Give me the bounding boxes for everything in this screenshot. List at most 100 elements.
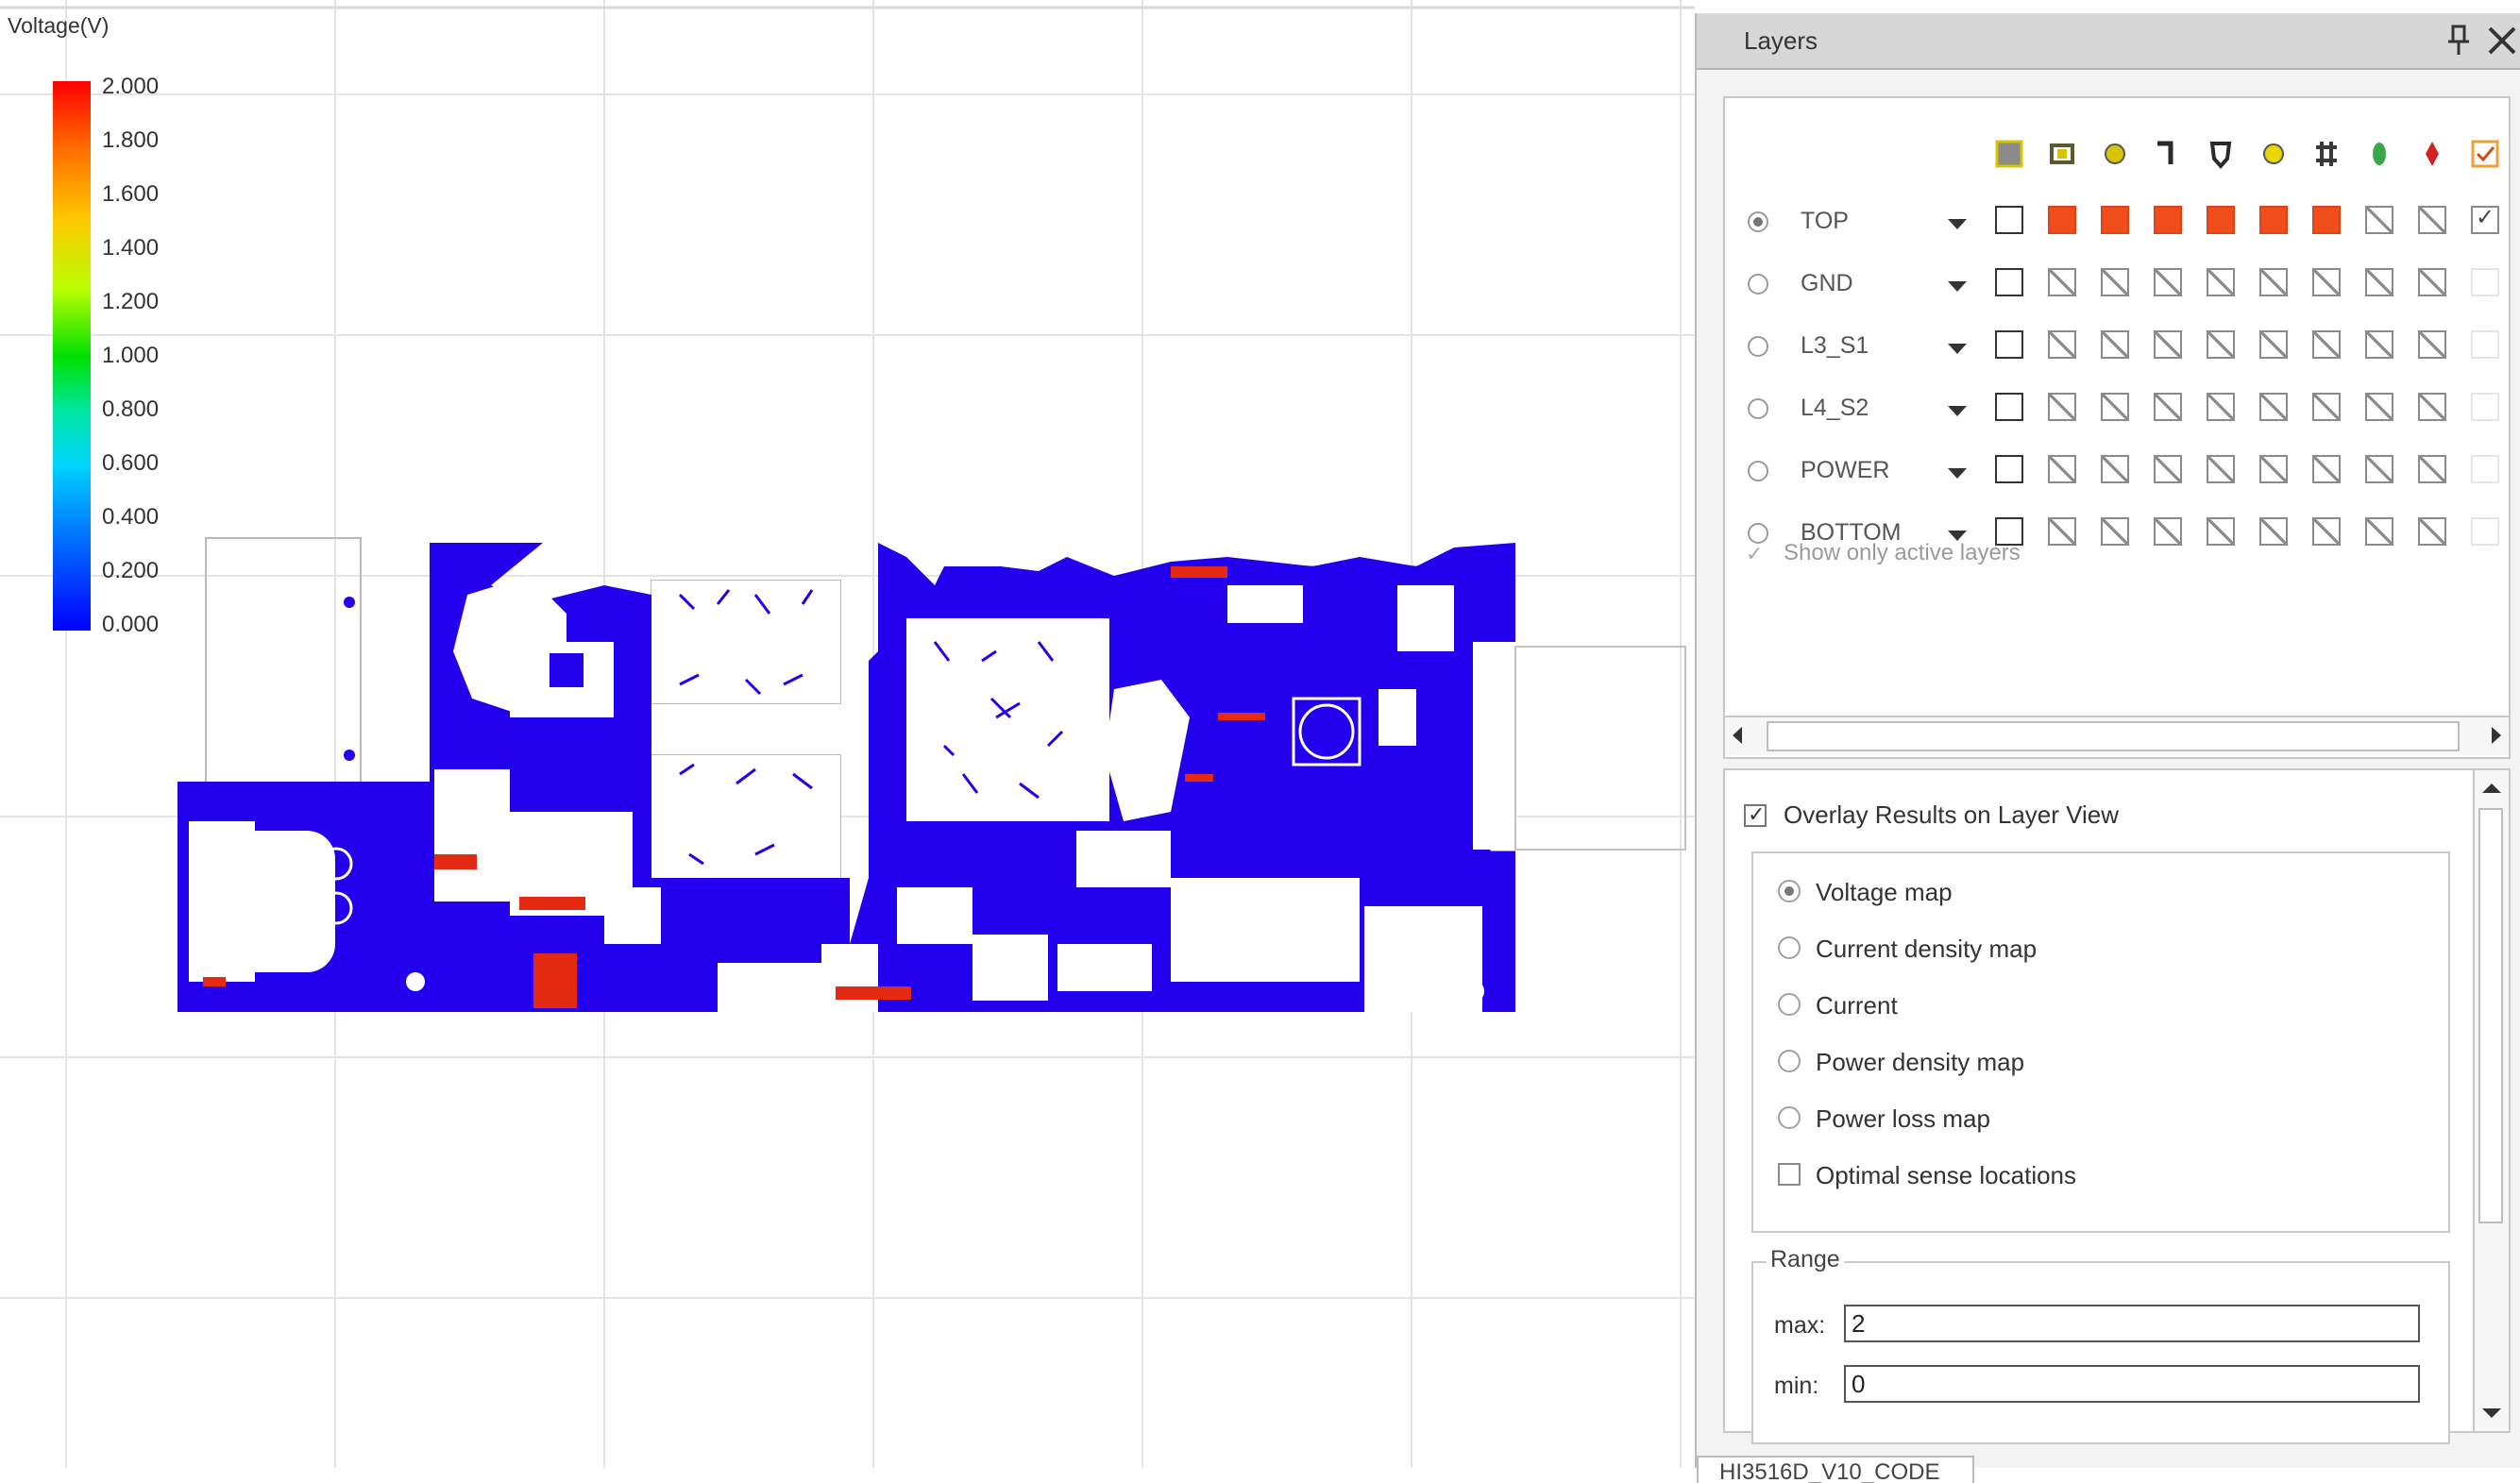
layer-visibility-cell[interactable] <box>2418 206 2446 234</box>
horizontal-scrollbar[interactable] <box>1725 716 2509 755</box>
layer-visibility-cell[interactable] <box>2365 393 2393 421</box>
capacitor-icon[interactable] <box>2363 138 2395 170</box>
layer-visibility-cell[interactable] <box>2259 455 2288 483</box>
pad-icon[interactable] <box>2046 138 2078 170</box>
layer-visibility-cell[interactable] <box>2154 455 2182 483</box>
layer-visibility-cell[interactable] <box>2365 330 2393 359</box>
layer-visibility-cell[interactable] <box>2365 268 2393 296</box>
layer-visibility-cell[interactable] <box>2048 330 2076 359</box>
check-column-icon[interactable] <box>2469 138 2501 170</box>
layer-row-power[interactable]: POWER <box>1725 447 2509 500</box>
trace-icon[interactable] <box>2152 138 2184 170</box>
chevron-down-icon[interactable] <box>1948 406 1967 416</box>
layer-visibility-cell[interactable] <box>2418 330 2446 359</box>
layer-visibility-cell[interactable] <box>1995 206 2023 234</box>
layer-visibility-cell[interactable] <box>2365 517 2393 546</box>
layer-visibility-cell[interactable] <box>2101 517 2129 546</box>
design-tab[interactable]: HI3516D_V10_CODE <box>1697 1456 1974 1483</box>
layer-visibility-cell[interactable] <box>2154 268 2182 296</box>
scroll-down-icon[interactable] <box>2482 1408 2501 1418</box>
layer-visibility-cell[interactable] <box>2471 393 2499 421</box>
scroll-right-icon[interactable] <box>2492 727 2501 744</box>
layer-visibility-cell[interactable] <box>2418 455 2446 483</box>
layer-visibility-cell[interactable] <box>2418 268 2446 296</box>
layer-visibility-cell[interactable] <box>2154 206 2182 234</box>
layer-row-top[interactable]: TOP <box>1725 198 2509 251</box>
layer-visibility-cell[interactable] <box>2365 206 2393 234</box>
layer-select-radio[interactable] <box>1748 523 1768 544</box>
layer-visibility-cell[interactable] <box>2207 517 2235 546</box>
option-radio[interactable] <box>1778 936 1801 959</box>
min-input[interactable]: 0 <box>1844 1365 2420 1403</box>
close-icon[interactable] <box>2484 23 2520 59</box>
chevron-down-icon[interactable] <box>1948 219 1967 229</box>
layer-visibility-cell[interactable] <box>2259 330 2288 359</box>
layer-visibility-cell[interactable] <box>2471 204 2499 234</box>
layer-visibility-cell[interactable] <box>2154 517 2182 546</box>
layer-visibility-cell[interactable] <box>2101 455 2129 483</box>
layer-visibility-cell[interactable] <box>2471 330 2499 359</box>
layer-visibility-cell[interactable] <box>2154 393 2182 421</box>
layer-visibility-cell[interactable] <box>2471 455 2499 483</box>
layer-visibility-cell[interactable] <box>2207 206 2235 234</box>
vertical-scroll-thumb[interactable] <box>2478 808 2503 1223</box>
vertical-scrollbar[interactable] <box>2473 770 2509 1431</box>
layer-visibility-cell[interactable] <box>2048 268 2076 296</box>
layer-row-gnd[interactable]: GND <box>1725 261 2509 313</box>
overlay-results-checkbox[interactable] <box>1744 802 1767 827</box>
shape-icon[interactable] <box>2205 138 2237 170</box>
layer-visibility-cell[interactable] <box>2259 268 2288 296</box>
layer-visibility-cell[interactable] <box>2312 268 2341 296</box>
layer-visibility-cell[interactable] <box>2259 393 2288 421</box>
layer-visibility-cell[interactable] <box>2207 268 2235 296</box>
layer-visibility-cell[interactable] <box>2259 206 2288 234</box>
plane-icon[interactable] <box>1993 138 2025 170</box>
layer-visibility-cell[interactable] <box>2207 393 2235 421</box>
max-input[interactable]: 2 <box>1844 1305 2420 1342</box>
layer-select-radio[interactable] <box>1748 211 1768 232</box>
drill-icon[interactable] <box>2258 138 2290 170</box>
layer-visibility-cell[interactable] <box>2312 455 2341 483</box>
layer-visibility-cell[interactable] <box>2101 330 2129 359</box>
scroll-up-icon[interactable] <box>2482 784 2501 793</box>
layer-visibility-cell[interactable] <box>2471 268 2499 296</box>
layer-visibility-cell[interactable] <box>2154 330 2182 359</box>
net-icon[interactable] <box>2416 138 2448 170</box>
layer-visibility-cell[interactable] <box>2207 455 2235 483</box>
layer-visibility-cell[interactable] <box>2259 517 2288 546</box>
layer-visibility-cell[interactable] <box>2048 206 2076 234</box>
chevron-down-icon[interactable] <box>1948 468 1967 479</box>
chevron-down-icon[interactable] <box>1948 281 1967 292</box>
option-radio[interactable] <box>1778 1050 1801 1072</box>
show-active-checkbox[interactable]: ✓ <box>1746 542 1763 566</box>
option-checkbox[interactable] <box>1778 1163 1801 1186</box>
layer-select-radio[interactable] <box>1748 461 1768 481</box>
layer-row-l4_s2[interactable]: L4_S2 <box>1725 385 2509 438</box>
layer-visibility-cell[interactable] <box>2365 455 2393 483</box>
component-icon[interactable] <box>2310 138 2342 170</box>
layer-visibility-cell[interactable] <box>2101 268 2129 296</box>
layer-visibility-cell[interactable] <box>1995 330 2023 359</box>
layer-select-radio[interactable] <box>1748 336 1768 357</box>
scroll-left-icon[interactable] <box>1733 727 1742 744</box>
layer-row-l3_s1[interactable]: L3_S1 <box>1725 323 2509 376</box>
pin-icon[interactable] <box>2443 23 2475 59</box>
layer-select-radio[interactable] <box>1748 398 1768 419</box>
layer-visibility-cell[interactable] <box>2101 393 2129 421</box>
layer-visibility-cell[interactable] <box>2312 517 2341 546</box>
layer-visibility-cell[interactable] <box>1995 393 2023 421</box>
layout-canvas[interactable]: Voltage(V) 2.000 1.800 1.600 1.400 1.200 1.00… <box>0 0 1695 1468</box>
layer-visibility-cell[interactable] <box>2048 455 2076 483</box>
layer-visibility-cell[interactable] <box>1995 268 2023 296</box>
option-radio[interactable] <box>1778 993 1801 1016</box>
layer-visibility-cell[interactable] <box>2312 330 2341 359</box>
layer-visibility-cell[interactable] <box>2312 206 2341 234</box>
layer-visibility-cell[interactable] <box>2101 206 2129 234</box>
layer-visibility-cell[interactable] <box>1995 455 2023 483</box>
scroll-thumb[interactable] <box>1767 721 2460 751</box>
via-icon[interactable] <box>2099 138 2131 170</box>
layer-visibility-cell[interactable] <box>2471 517 2499 546</box>
layer-visibility-cell[interactable] <box>2207 330 2235 359</box>
layer-visibility-cell[interactable] <box>2048 517 2076 546</box>
layer-visibility-cell[interactable] <box>2418 517 2446 546</box>
